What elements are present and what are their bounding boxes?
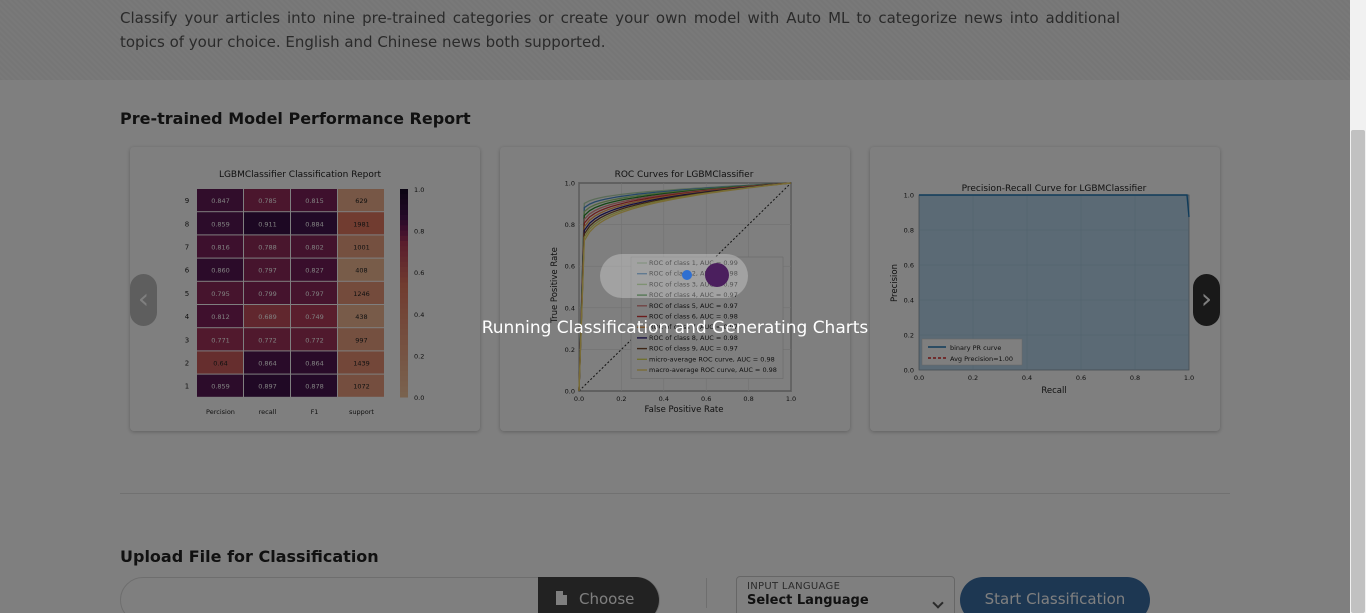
loader-dot-large (705, 263, 729, 287)
loading-text: Running Classification and Generating Ch… (481, 318, 869, 338)
scrollbar-thumb[interactable] (1351, 130, 1365, 613)
loading-spinner (600, 254, 748, 298)
loader-dot-small (682, 270, 692, 280)
loading-overlay: Running Classification and Generating Ch… (0, 0, 1350, 613)
